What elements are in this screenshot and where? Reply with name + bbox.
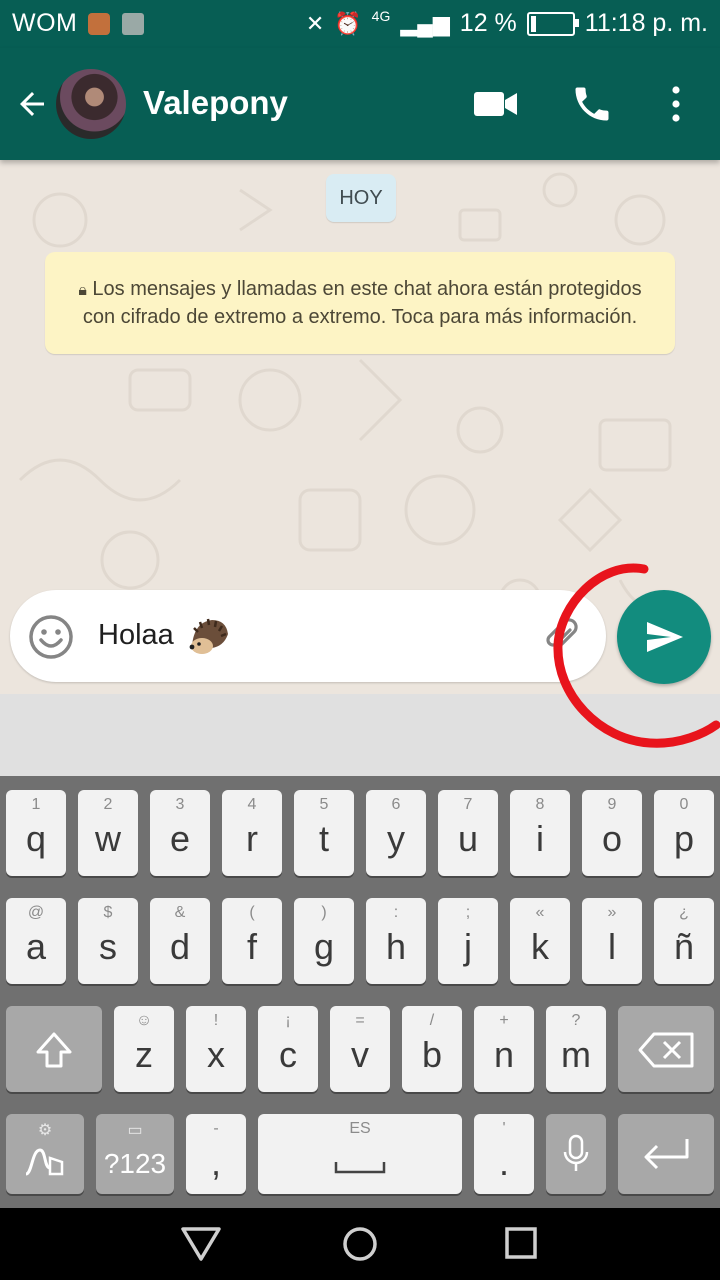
key-v[interactable]: = v	[330, 1006, 390, 1092]
backspace-key[interactable]	[618, 1006, 714, 1092]
keyboard-suggestion-strip	[0, 694, 720, 776]
more-vertical-icon[interactable]	[664, 84, 688, 124]
comma-key[interactable]: -,	[186, 1114, 246, 1194]
clipboard-hint-icon: ▭	[127, 1122, 143, 1139]
period-key[interactable]: '.	[474, 1114, 534, 1194]
microphone-icon	[563, 1134, 589, 1171]
battery-level-fill	[530, 15, 537, 32]
keyboard: 1q 2w 3e 4r 5t 6y 7u 8i 9o 0p @ a $ s & d (…	[0, 776, 720, 1208]
encryption-notice-text: 🔒︎ Los mensajes y llamadas en este chat …	[63, 276, 657, 330]
key-h[interactable]: :h	[366, 898, 426, 984]
send-button[interactable]	[617, 590, 711, 684]
key-t[interactable]: 5t	[294, 790, 354, 876]
shift-key[interactable]	[6, 1006, 102, 1092]
enter-key[interactable]	[618, 1114, 714, 1194]
emoji-icon[interactable]	[28, 614, 74, 660]
key-j[interactable]: ; j	[438, 898, 498, 984]
key-z[interactable]: ☺ z	[114, 1006, 174, 1092]
encryption-notice[interactable]: 🔒︎ Los mensajes y llamadas en este chat …	[45, 252, 675, 354]
key-c[interactable]: ¡ c	[258, 1006, 318, 1092]
lock-icon: 🔒︎	[78, 282, 87, 299]
battery-percent: 12 %	[459, 9, 517, 37]
gesture-typing-icon	[25, 1148, 64, 1176]
mic-key[interactable]	[546, 1114, 606, 1194]
key-o[interactable]: 9o	[582, 790, 642, 876]
key-y[interactable]: 6y	[366, 790, 426, 876]
network-type-label: 4G	[371, 7, 391, 24]
video-call-icon[interactable]	[474, 88, 518, 120]
key-s[interactable]: $ s	[78, 898, 138, 984]
key-g[interactable]: ) g	[294, 898, 354, 984]
message-input[interactable]	[96, 618, 520, 653]
key-r[interactable]: 4r	[222, 790, 282, 876]
hedgehog-emoji-icon	[189, 618, 228, 654]
notification-app-icon	[88, 13, 110, 35]
contact-avatar[interactable]	[56, 69, 126, 139]
chat-header: Valepony	[0, 48, 720, 160]
key-w[interactable]: 2w	[78, 790, 138, 876]
key-d[interactable]: & d	[150, 898, 210, 984]
key-p[interactable]: 0p	[654, 790, 714, 876]
contact-name[interactable]: Valepony	[143, 84, 288, 122]
status-indicators: ✕ ⏰ 4G ▂▄▆ 12 % 11:18 p. m.	[305, 7, 708, 38]
arrow-back-icon[interactable]	[14, 86, 50, 122]
key-q[interactable]: 1q	[6, 790, 66, 876]
key-i[interactable]: 8i	[510, 790, 570, 876]
battery-icon	[526, 11, 579, 36]
key-f[interactable]: (f	[222, 898, 282, 984]
encryption-notice-label: Los mensajes y llamadas en este chat aho…	[82, 278, 642, 328]
space-bar-icon	[334, 1162, 386, 1174]
key-l[interactable]: » l	[582, 898, 642, 984]
key-e[interactable]: 3e	[150, 790, 210, 876]
nav-recents-icon[interactable]	[504, 1226, 538, 1260]
date-chip: HOY	[326, 174, 396, 222]
backspace-icon	[638, 1032, 694, 1068]
key-b[interactable]: / b	[402, 1006, 462, 1092]
key-k[interactable]: «k	[510, 898, 570, 984]
emoji-hint-icon: ☺	[135, 1012, 153, 1029]
send-icon	[647, 622, 683, 652]
key-x[interactable]: ! x	[186, 1006, 246, 1092]
enter-icon	[644, 1139, 689, 1170]
gallery-notification-icon	[122, 13, 144, 35]
alarm-icon: ⏰	[334, 10, 362, 36]
nav-home-icon[interactable]	[342, 1226, 378, 1262]
key-n[interactable]: + n	[474, 1006, 534, 1092]
signal-icon: ▂▄▆	[400, 10, 450, 36]
key-u[interactable]: 7u	[438, 790, 498, 876]
attach-icon[interactable]	[542, 616, 582, 656]
nav-back-icon[interactable]	[180, 1226, 222, 1262]
key-n-tilde[interactable]: ¿ ñ	[654, 898, 714, 984]
status-bar: WOM ✕ ⏰ 4G ▂▄▆ 12 % 11:18 p. m.	[0, 0, 720, 48]
message-input-pill	[10, 590, 606, 682]
space-key[interactable]: ES	[258, 1114, 462, 1194]
symbols-key[interactable]: ▭ ?123	[96, 1114, 174, 1194]
navigation-bar	[0, 1208, 720, 1280]
carrier-label: WOM	[12, 9, 78, 37]
shift-icon	[36, 1032, 72, 1068]
settings-gear-icon: ⚙	[37, 1122, 53, 1139]
key-a[interactable]: @ a	[6, 898, 66, 984]
swipe-settings-key[interactable]: ⚙	[6, 1114, 84, 1194]
clock: 11:18 p. m.	[584, 9, 708, 37]
mute-icon: ✕	[305, 10, 325, 36]
key-m[interactable]: ? m	[546, 1006, 606, 1092]
phone-icon[interactable]	[570, 82, 614, 126]
